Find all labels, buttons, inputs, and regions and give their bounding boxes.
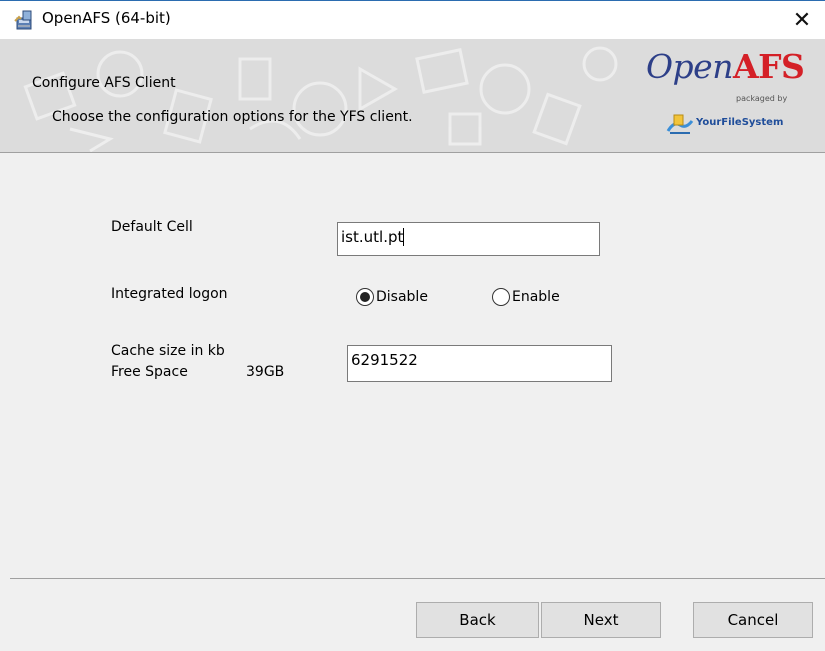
cache-size-input[interactable]: 6291522 [347, 345, 612, 382]
radio-unselected-icon [492, 288, 510, 306]
logo-wordmark: OpenAFS [646, 47, 805, 86]
cache-size-value: 6291522 [351, 351, 418, 369]
next-button[interactable]: Next [541, 602, 661, 638]
banner-divider [0, 152, 825, 153]
logo-vendor-name: YourFileSystem [696, 117, 784, 128]
cache-size-label: Cache size in kb [111, 343, 225, 359]
radio-enable-label: Enable [512, 289, 560, 305]
default-cell-label: Default Cell [111, 219, 193, 235]
logo-afs-text: AFS [732, 47, 805, 86]
integrated-logon-label: Integrated logon [111, 286, 228, 302]
integrated-logon-enable-radio[interactable]: Enable [492, 288, 560, 306]
logo-open-text: Open [646, 47, 733, 86]
openafs-logo: OpenAFS packaged by YourFileSystem [640, 47, 820, 147]
openafs-installer-icon [14, 9, 36, 31]
yourfilesystem-logo-icon [666, 113, 694, 135]
logo-packaged-by: packaged by [736, 94, 788, 103]
free-space-value: 39GB [246, 364, 285, 380]
installer-window: OpenAFS (64-bit) ✕ Configure AFS Client [0, 0, 825, 651]
back-button[interactable]: Back [416, 602, 539, 638]
text-caret [403, 228, 405, 246]
default-cell-value: ist.utl.pt [341, 228, 404, 246]
integrated-logon-disable-radio[interactable]: Disable [356, 288, 428, 306]
radio-selected-icon [356, 288, 374, 306]
cancel-button[interactable]: Cancel [693, 602, 813, 638]
radio-disable-label: Disable [376, 289, 428, 305]
header-banner: Configure AFS Client Choose the configur… [0, 39, 825, 152]
radio-dot-icon [360, 292, 370, 302]
title-bar[interactable]: OpenAFS (64-bit) ✕ [0, 1, 825, 39]
banner-subtitle: Choose the configuration options for the… [52, 109, 413, 125]
footer-divider [10, 578, 825, 579]
free-space-label: Free Space [111, 364, 188, 380]
default-cell-input[interactable]: ist.utl.pt [337, 222, 600, 256]
close-icon[interactable]: ✕ [779, 1, 825, 39]
banner-title: Configure AFS Client [32, 75, 176, 91]
window-title: OpenAFS (64-bit) [42, 9, 171, 27]
